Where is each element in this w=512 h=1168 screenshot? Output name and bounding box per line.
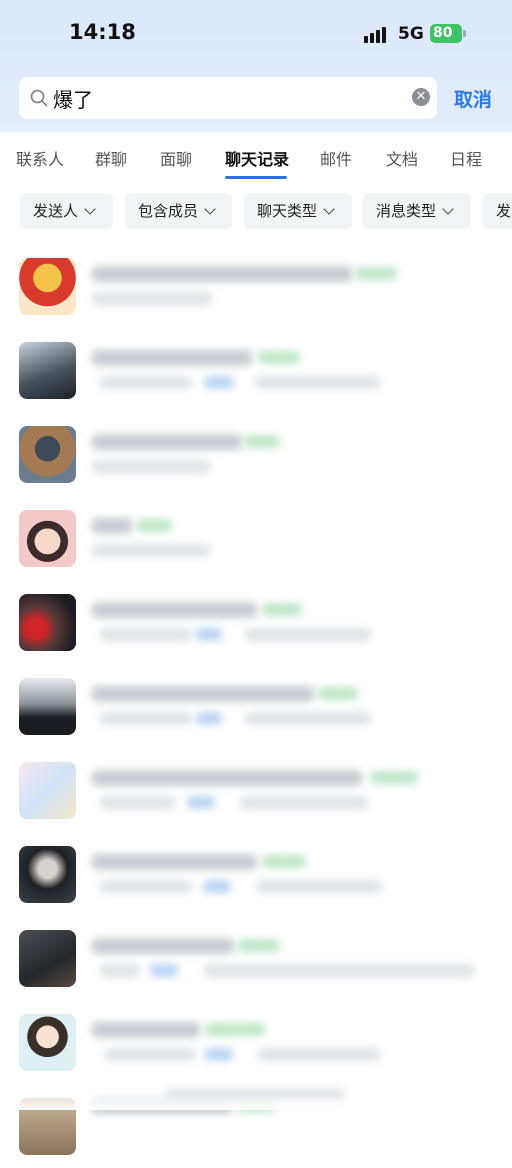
avatar — [19, 1014, 76, 1071]
list-item[interactable] — [0, 580, 512, 664]
chevron-down-icon — [323, 203, 335, 215]
list-item[interactable] — [0, 328, 512, 412]
tab-face-chat[interactable]: 面聊 — [160, 146, 192, 170]
cancel-button[interactable]: 取消 — [454, 85, 492, 112]
tab-mail[interactable]: 邮件 — [320, 146, 352, 170]
filter-sender-label: 发送人 — [33, 202, 79, 220]
filter-message-type-label: 消息类型 — [376, 202, 437, 220]
list-item[interactable] — [0, 1000, 512, 1084]
filter-more-label: 发 — [496, 202, 512, 220]
filter-sender[interactable]: 发送人 — [20, 193, 113, 229]
avatar — [19, 510, 76, 567]
tab-group-chats[interactable]: 群聊 — [95, 146, 127, 170]
list-item[interactable] — [0, 832, 512, 916]
battery-level: 80 — [433, 25, 453, 41]
battery-tip — [463, 30, 466, 37]
list-item[interactable] — [0, 748, 512, 832]
avatar — [19, 258, 76, 315]
bottom-fade — [0, 1080, 512, 1110]
search-icon — [30, 89, 48, 107]
search-input[interactable] — [53, 77, 393, 119]
status-time: 14:18 — [69, 20, 136, 44]
avatar — [19, 930, 76, 987]
tab-chat-history[interactable]: 聊天记录 — [225, 146, 289, 170]
avatar — [19, 846, 76, 903]
battery-icon: 80 — [430, 24, 462, 43]
tab-contacts[interactable]: 联系人 — [16, 146, 64, 170]
filter-members-label: 包含成员 — [138, 202, 199, 220]
chevron-down-icon — [442, 203, 454, 215]
chevron-down-icon — [204, 203, 216, 215]
filter-chat-type[interactable]: 聊天类型 — [244, 193, 352, 229]
list-item[interactable] — [0, 244, 512, 328]
signal-icon — [364, 27, 392, 43]
filter-bar: 发送人 包含成员 聊天类型 消息类型 发 — [0, 193, 512, 231]
filter-more[interactable]: 发 — [483, 193, 512, 229]
avatar — [19, 762, 76, 819]
list-item[interactable] — [0, 664, 512, 748]
list-item[interactable] — [0, 496, 512, 580]
filter-message-type[interactable]: 消息类型 — [363, 193, 471, 229]
avatar — [19, 342, 76, 399]
avatar — [19, 678, 76, 735]
filter-chat-type-label: 聊天类型 — [257, 202, 318, 220]
search-category-tabs: 联系人 群聊 面聊 聊天记录 邮件 文档 日程 — [0, 132, 512, 182]
avatar — [19, 426, 76, 483]
tab-calendar[interactable]: 日程 — [450, 146, 482, 170]
list-item[interactable] — [0, 916, 512, 1000]
tab-docs[interactable]: 文档 — [386, 146, 418, 170]
active-tab-indicator — [225, 176, 287, 179]
network-label: 5G — [398, 24, 424, 44]
clear-search-icon[interactable]: ✕ — [412, 88, 430, 106]
avatar — [19, 594, 76, 651]
chevron-down-icon — [84, 203, 96, 215]
filter-members[interactable]: 包含成员 — [125, 193, 232, 229]
search-box[interactable]: ✕ — [19, 77, 437, 119]
list-item[interactable] — [0, 412, 512, 496]
